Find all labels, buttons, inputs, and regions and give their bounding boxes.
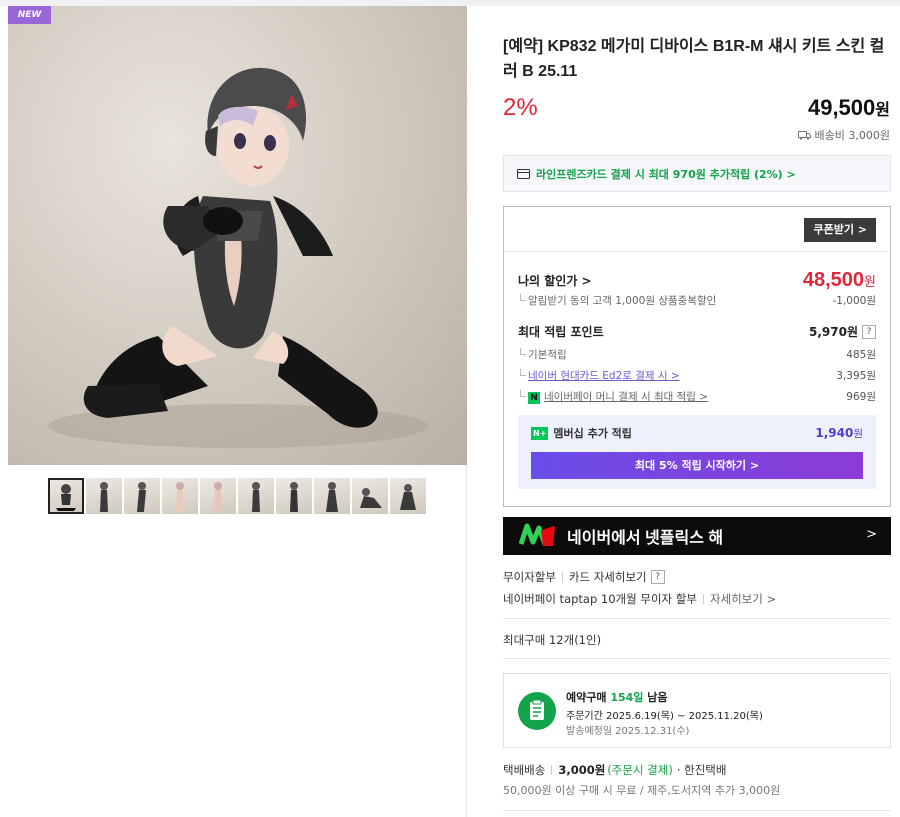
my-price-number: 48,500 xyxy=(802,269,865,291)
netflix-banner[interactable]: 네이버에서 넷플릭스 해 > xyxy=(503,517,891,555)
alert-discount-value: -1,000원 xyxy=(832,295,876,307)
delivery-note: 50,000원 이상 구매 시 무료 / 제주,도서지역 추가 3,000원 xyxy=(503,784,781,797)
delivery-method: 택배배송 xyxy=(503,763,546,777)
naverpay-money-value: 969원 xyxy=(846,391,876,403)
naver-plus-icon: N+ xyxy=(531,426,549,440)
installment-label: 무이자할부 xyxy=(503,570,556,584)
thumbnail-4[interactable] xyxy=(162,478,198,514)
installment-line: 무이자할부 카드 자세히보기 ? xyxy=(503,569,665,585)
thumbnail-5[interactable] xyxy=(200,478,236,514)
hyundai-card-row: 네이버 현대카드 Ed2로 결제 시 > 3,395원 xyxy=(518,368,876,383)
taptap-line: 네이버페이 taptap 10개월 무이자 할부 자세히보기 > xyxy=(503,591,776,607)
section-divider xyxy=(503,618,891,619)
purchase-limit-text: 최대구매 12개(1인) xyxy=(503,633,602,647)
thumbnail-2[interactable] xyxy=(86,478,122,514)
thumbnail-9[interactable] xyxy=(352,478,388,514)
divider xyxy=(702,594,704,604)
figure-illustration xyxy=(48,67,428,448)
basic-points-label: 기본적립 xyxy=(518,347,567,362)
membership-value-wrap: 1,940원 xyxy=(815,426,863,441)
truck-icon xyxy=(797,131,811,140)
preorder-days: 154일 xyxy=(610,691,644,704)
basic-points-value: 485원 xyxy=(846,349,876,361)
delivery-fee: 3,000원 xyxy=(558,763,606,777)
my-price-value: 48,500원 xyxy=(803,269,876,292)
thumbnail-strip xyxy=(48,478,426,516)
taptap-text: 네이버페이 taptap 10개월 무이자 할부 xyxy=(503,592,697,606)
delivery-line: 택배배송 3,000원 (주문시 결제) · 한진택배 xyxy=(503,762,726,778)
netflix-logo-icon xyxy=(519,523,555,546)
purchase-limit: 최대구매 12개(1인) xyxy=(503,632,601,648)
naverpay-money-link[interactable]: 네이버페이 머니 결제 시 최대 적립 > xyxy=(544,391,708,403)
new-badge: NEW xyxy=(8,6,51,24)
help-icon[interactable]: ? xyxy=(862,324,876,339)
naverpay-icon: N xyxy=(528,392,540,404)
product-gallery: NEW xyxy=(0,0,467,817)
thumbnail-8[interactable] xyxy=(314,478,350,514)
chevron-right-icon: > xyxy=(866,527,877,542)
discount-rate: 2% xyxy=(503,94,538,121)
top-divider xyxy=(467,0,900,6)
preorder-title: 예약구매 154일 남음 xyxy=(566,689,668,705)
max-points-label: 최대 적립 포인트 xyxy=(518,325,604,339)
card-benefit-banner[interactable]: 라인프렌즈카드 결제 시 최대 970원 추가적립 (2%) > xyxy=(503,155,891,192)
product-title: [예약] KP832 메가미 디바이스 B1R-M 섀시 키트 스킨 컬러 B … xyxy=(503,38,885,80)
hyundai-card-value: 3,395원 xyxy=(836,370,876,382)
benefit-box: 쿠폰받기 > 나의 할인가 > 48,500원 알림받기 동의 고객 1,000… xyxy=(503,206,891,507)
shipping-fee: 배송비 3,000원 xyxy=(797,127,890,143)
membership-unit: 원 xyxy=(853,427,863,440)
naverpay-money-row: N 네이버페이 머니 결제 시 최대 적립 > 969원 xyxy=(518,389,876,404)
preorder-title-prefix: 예약구매 xyxy=(566,691,607,704)
basic-points-row: 기본적립 485원 xyxy=(518,347,876,362)
membership-section: N+ 멤버십 추가 적립 1,940원 최대 5% 적립 시작하기 > xyxy=(518,415,876,489)
max-points-value: 5,970원 xyxy=(809,325,858,339)
section-divider xyxy=(503,810,891,811)
netflix-banner-text: 네이버에서 넷플릭스 해 xyxy=(567,530,724,547)
alert-discount-row: 알림받기 동의 고객 1,000원 상품중복할인 -1,000원 xyxy=(518,293,876,308)
preorder-clipboard-icon xyxy=(518,692,556,730)
membership-label-wrap: N+ 멤버십 추가 적립 xyxy=(531,425,632,441)
hyundai-card-link[interactable]: 네이버 현대카드 Ed2로 결제 시 > xyxy=(528,370,680,382)
product-info-panel: [예약] KP832 메가미 디바이스 B1R-M 섀시 키트 스킨 컬러 B … xyxy=(467,0,900,817)
my-price-row: 나의 할인가 > 48,500원 xyxy=(518,269,876,292)
help-icon[interactable]: ? xyxy=(650,570,665,584)
sale-price-unit: 원 xyxy=(875,102,890,119)
credit-card-icon xyxy=(517,168,530,179)
card-benefit-text: 라인프렌즈카드 결제 시 최대 970원 추가적립 (2%) > xyxy=(536,167,796,181)
membership-start-button[interactable]: 최대 5% 적립 시작하기 > xyxy=(531,452,863,479)
shipping-fee-text: 배송비 3,000원 xyxy=(814,129,890,142)
thumbnail-7[interactable] xyxy=(276,478,312,514)
alert-discount-label: 알림받기 동의 고객 1,000원 상품중복할인 xyxy=(518,293,716,308)
divider xyxy=(561,572,563,582)
ship-date: 발송예정일 2025.12.31(수) xyxy=(566,726,690,737)
sale-price-value: 49,500 xyxy=(807,95,876,120)
max-points-row: 최대 적립 포인트 5,970원 ? xyxy=(518,323,876,340)
my-price-unit: 원 xyxy=(864,274,876,289)
thumbnail-6[interactable] xyxy=(238,478,274,514)
preorder-box: 예약구매 154일 남음 주문기간 2025.6.19(목) ~ 2025.11… xyxy=(503,673,891,748)
delivery-fee-note: (주문시 결제) xyxy=(607,763,673,777)
thumbnail-3[interactable] xyxy=(124,478,160,514)
taptap-detail-link[interactable]: 자세히보기 > xyxy=(710,591,776,607)
order-period: 주문기간 2025.6.19(목) ~ 2025.11.20(목) xyxy=(566,711,763,722)
courier: · 한진택배 xyxy=(676,763,727,777)
my-price-label[interactable]: 나의 할인가 > xyxy=(518,272,592,289)
naverpay-money-sub: N 네이버페이 머니 결제 시 최대 적립 > xyxy=(518,389,708,404)
sale-price: 49,500원 xyxy=(808,95,890,121)
preorder-title-suffix: 남음 xyxy=(647,691,668,704)
max-points-value-wrap: 5,970원 ? xyxy=(809,323,876,340)
hyundai-card-sub: 네이버 현대카드 Ed2로 결제 시 > xyxy=(518,368,680,383)
membership-row: N+ 멤버십 추가 적립 1,940원 xyxy=(531,425,863,441)
card-detail-link[interactable]: 카드 자세히보기 xyxy=(569,569,647,585)
membership-value: 1,940 xyxy=(815,425,854,440)
divider xyxy=(551,765,553,775)
section-divider xyxy=(503,658,891,659)
coupon-button[interactable]: 쿠폰받기 > xyxy=(804,218,876,242)
thumbnail-1[interactable] xyxy=(48,478,84,514)
benefit-divider xyxy=(504,251,890,252)
thumbnail-10[interactable] xyxy=(390,478,426,514)
membership-label: 멤버십 추가 적립 xyxy=(553,427,632,440)
main-product-image[interactable] xyxy=(8,6,467,465)
